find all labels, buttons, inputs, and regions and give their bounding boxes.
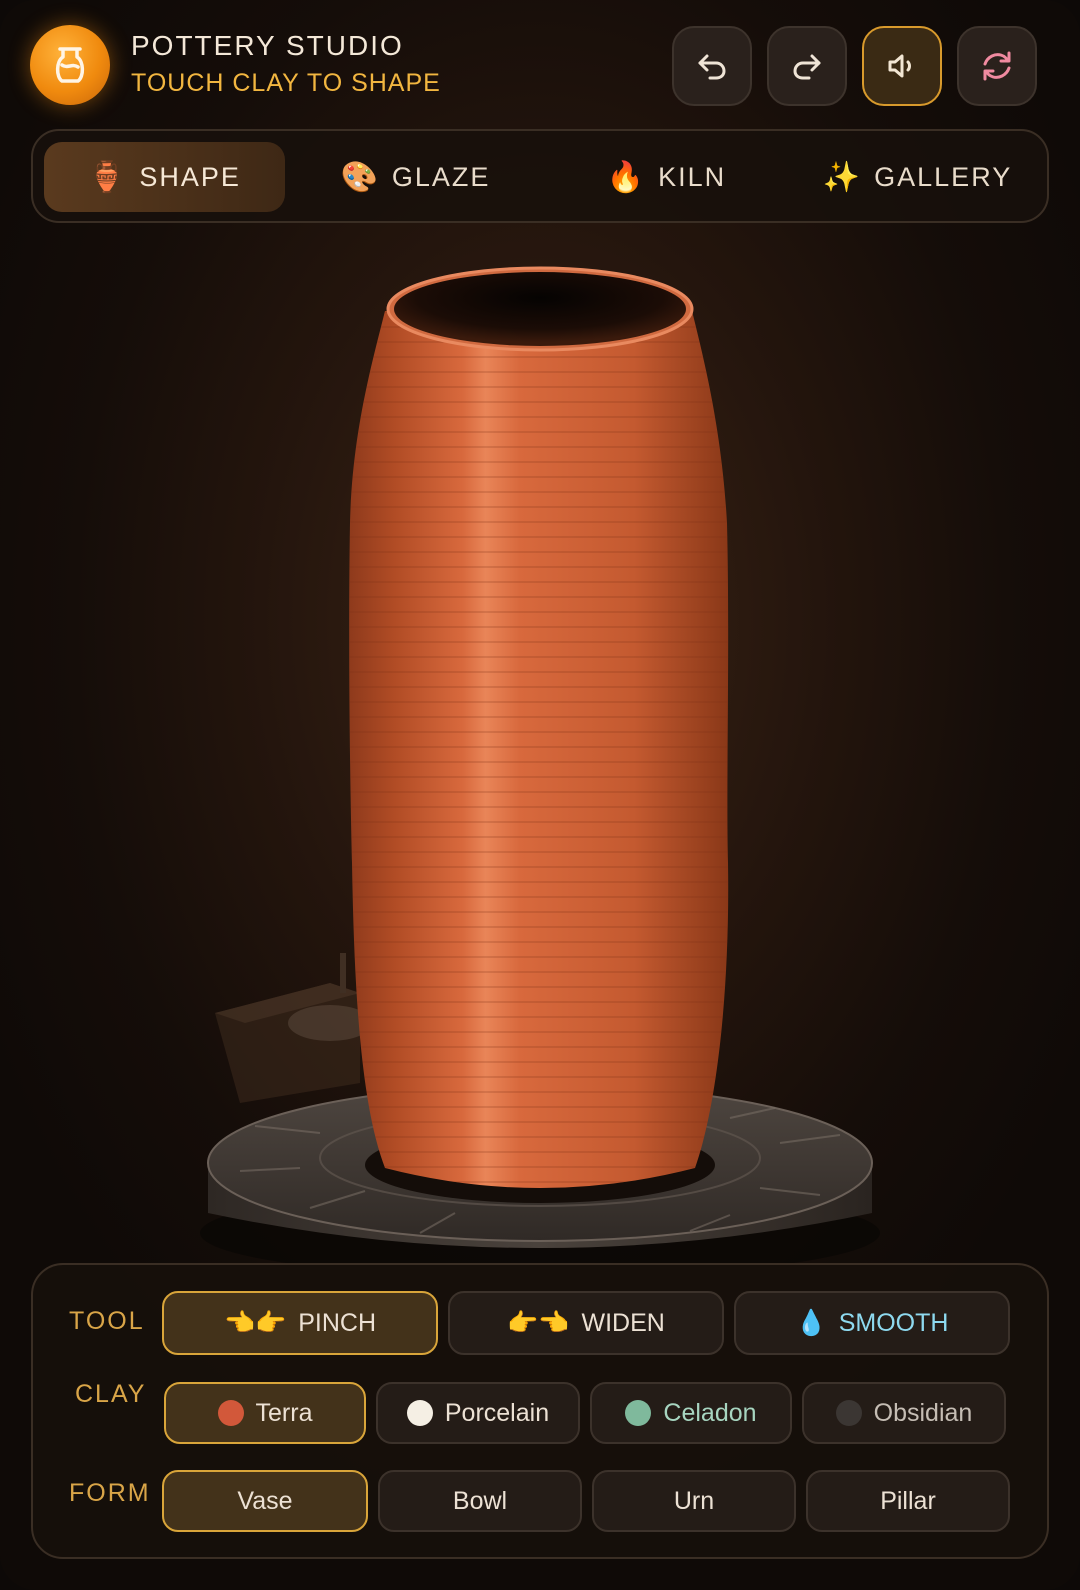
wheel-scene	[200, 266, 880, 1263]
tool-smooth-button[interactable]: 💧 SMOOTH	[734, 1291, 1010, 1355]
speaker-icon	[888, 54, 911, 78]
clay-celadon-button[interactable]: Celadon	[590, 1382, 792, 1444]
refresh-icon	[983, 51, 1011, 81]
tab-kiln[interactable]: 🔥 KILN	[546, 142, 787, 212]
terra-swatch	[217, 1400, 244, 1426]
clay-terra-button[interactable]: Terra	[164, 1382, 366, 1444]
tab-label: SHAPE	[139, 161, 241, 192]
controls-panel: TOOL 👈👉 PINCH 👉👈 WIDEN 💧 SMOOTH CLAY Ter…	[31, 1263, 1049, 1559]
tool-option-label: PINCH	[298, 1308, 377, 1337]
sound-button[interactable]	[862, 26, 942, 106]
obsidian-swatch	[835, 1400, 862, 1426]
tool-option-label: SMOOTH	[838, 1308, 949, 1337]
clay-label: CLAY	[75, 1380, 147, 1408]
tab-shape[interactable]: 🏺 SHAPE	[44, 142, 285, 212]
tab-label: KILN	[658, 161, 727, 192]
app-logo	[30, 25, 110, 105]
clay-option-label: Obsidian	[873, 1398, 973, 1427]
tool-widen-button[interactable]: 👉👈 WIDEN	[448, 1291, 724, 1355]
palette-icon: 🎨	[340, 160, 378, 194]
form-pillar-button[interactable]: Pillar	[806, 1470, 1010, 1532]
tab-label: GLAZE	[391, 161, 491, 192]
form-option-label: Vase	[237, 1486, 293, 1515]
background-bench	[215, 953, 372, 1103]
clay-option-label: Terra	[255, 1398, 313, 1427]
reset-button[interactable]	[957, 26, 1037, 106]
form-vase-button[interactable]: Vase	[162, 1470, 368, 1532]
fire-icon: 🔥	[606, 160, 645, 194]
redo-icon	[793, 54, 821, 80]
clay-vessel[interactable]	[349, 266, 729, 1188]
form-bowl-button[interactable]: Bowl	[378, 1470, 582, 1532]
tool-label: TOOL	[69, 1307, 145, 1335]
tab-gallery[interactable]: ✨ GALLERY	[797, 142, 1038, 212]
form-option-label: Pillar	[880, 1486, 936, 1515]
app-subtitle: TOUCH CLAY TO SHAPE	[131, 69, 441, 97]
pottery-app: POTTERY STUDIO TOUCH CLAY TO SHAPE 🏺 SHA…	[0, 0, 1080, 1590]
vase-icon: 🏺	[88, 160, 126, 194]
clay-option-label: Porcelain	[444, 1398, 550, 1427]
form-option-label: Bowl	[452, 1486, 508, 1515]
undo-icon	[698, 54, 726, 80]
widen-icon: 👉👈	[507, 1308, 570, 1337]
tool-pinch-button[interactable]: 👈👉 PINCH	[162, 1291, 438, 1355]
pot-icon	[55, 47, 85, 83]
clay-option-label: Celadon	[663, 1398, 757, 1427]
clay-canvas[interactable]	[0, 223, 1080, 1263]
tab-label: GALLERY	[874, 161, 1013, 192]
redo-button[interactable]	[767, 26, 847, 106]
form-label: FORM	[69, 1479, 151, 1507]
celadon-swatch	[625, 1400, 652, 1426]
undo-button[interactable]	[672, 26, 752, 106]
droplet-icon: 💧	[795, 1308, 827, 1337]
porcelain-swatch	[406, 1400, 433, 1426]
clay-obsidian-button[interactable]: Obsidian	[802, 1382, 1006, 1444]
form-option-label: Urn	[673, 1486, 715, 1515]
clay-porcelain-button[interactable]: Porcelain	[376, 1382, 580, 1444]
tool-option-label: WIDEN	[581, 1308, 665, 1337]
sparkles-icon: ✨	[822, 160, 861, 194]
form-urn-button[interactable]: Urn	[592, 1470, 796, 1532]
app-title: POTTERY STUDIO	[131, 30, 404, 61]
tab-glaze[interactable]: 🎨 GLAZE	[295, 142, 536, 212]
mode-tabs: 🏺 SHAPE 🎨 GLAZE 🔥 KILN ✨ GALLERY	[31, 129, 1049, 223]
header: POTTERY STUDIO TOUCH CLAY TO SHAPE	[0, 0, 1080, 130]
pinch-icon: 👈👉	[223, 1308, 287, 1337]
